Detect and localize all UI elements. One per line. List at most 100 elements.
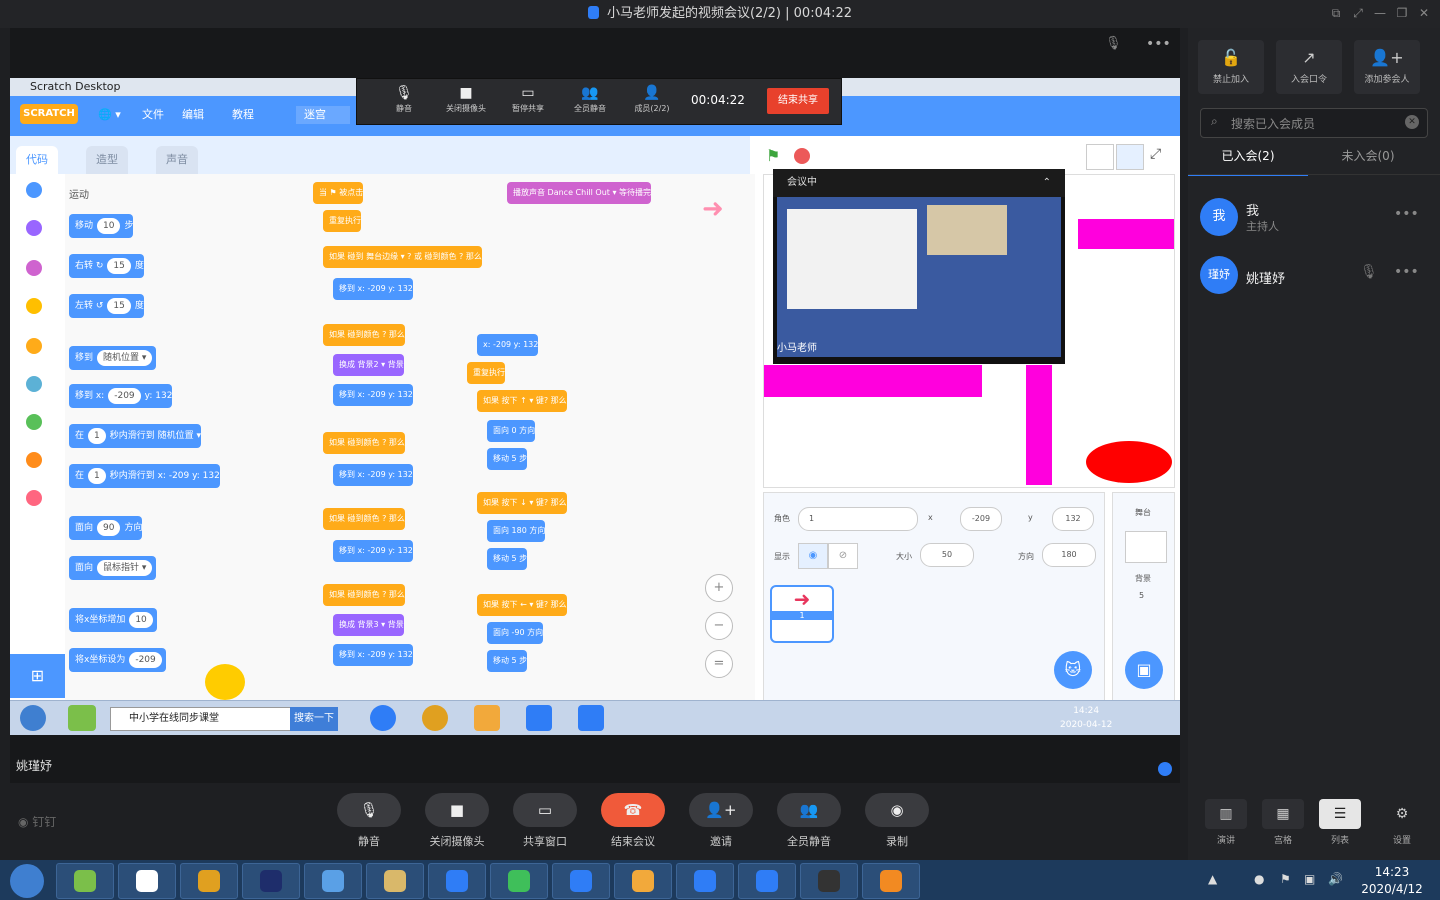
layout-speaker[interactable]: ▥ 演讲: [1201, 799, 1251, 846]
tray-arrow-icon[interactable]: ▲: [1208, 872, 1217, 886]
add-sprite-button[interactable]: 🐱: [1054, 651, 1092, 689]
network-icon[interactable]: ▣: [1304, 872, 1315, 886]
code-block[interactable]: 如果 碰到颜色 ? 那么: [323, 508, 405, 530]
taskbar-app-bluetooth-icon[interactable]: [552, 863, 610, 899]
y-input[interactable]: 132: [1052, 507, 1094, 531]
code-block[interactable]: 移到 x: -209 y: 132: [333, 464, 413, 486]
palette-block[interactable]: 移动 10 步: [69, 214, 134, 238]
category-motion[interactable]: [26, 182, 42, 198]
x-input[interactable]: -209: [960, 507, 1002, 531]
record-button[interactable]: ◉ 录制: [865, 793, 929, 849]
palette-block[interactable]: 移到 随机位置 ▾: [69, 346, 157, 370]
taskbar-app-baidu-cloud-icon[interactable]: [118, 863, 176, 899]
member-search[interactable]: ⌕ 搜索已入会成员 ✕: [1200, 108, 1428, 138]
block-input[interactable]: 鼠标指针 ▾: [97, 560, 153, 576]
code-block[interactable]: 面向 0 方向: [487, 420, 536, 442]
code-block[interactable]: x: -209 y: 132: [477, 334, 539, 356]
code-block[interactable]: 移动 5 步: [487, 548, 528, 570]
block-input[interactable]: 1: [88, 428, 106, 444]
category-events[interactable]: [26, 298, 42, 314]
category-sound[interactable]: [26, 260, 42, 276]
layout-list[interactable]: ☰ 列表: [1315, 799, 1365, 846]
meeting-code-button[interactable]: ↗ 入会口令: [1276, 40, 1342, 94]
block-input[interactable]: -209: [108, 388, 141, 404]
invite-button[interactable]: 👤+ 邀请: [689, 793, 753, 849]
palette-block[interactable]: 面向 鼠标指针 ▾: [69, 556, 157, 580]
stop-icon[interactable]: [794, 148, 810, 164]
zoom-in-icon[interactable]: +: [705, 574, 733, 602]
size-input[interactable]: 50: [920, 543, 974, 567]
more-icon[interactable]: •••: [1394, 206, 1419, 222]
block-input[interactable]: -209: [129, 652, 162, 668]
share-bar-camera[interactable]: ■ 关闭摄像头: [443, 85, 489, 119]
tab-code[interactable]: 代码: [16, 146, 58, 174]
code-block[interactable]: 换成 背景3 ▾ 背景: [333, 614, 404, 636]
volume-icon[interactable]: 🔊: [1328, 872, 1343, 886]
tab-costumes[interactable]: 造型: [86, 146, 128, 174]
mute-button[interactable]: 🎙 静音: [337, 793, 401, 849]
close-button[interactable]: ✕: [1416, 5, 1432, 21]
category-operators[interactable]: [26, 414, 42, 430]
code-block[interactable]: 如果 碰到颜色 ? 那么: [323, 324, 405, 346]
clear-icon[interactable]: ✕: [1405, 115, 1419, 129]
normal-stage-icon[interactable]: [1116, 144, 1144, 170]
taskbar-app-folder-icon[interactable]: [366, 863, 424, 899]
tab-joined[interactable]: 已入会(2): [1188, 146, 1308, 176]
menu-file[interactable]: 文件: [142, 106, 164, 124]
show-visible-icon[interactable]: ◉: [798, 543, 828, 569]
code-block[interactable]: 当 ⚑ 被点击: [313, 182, 364, 204]
taskbar-app-W-icon[interactable]: [428, 863, 486, 899]
more-icon[interactable]: •••: [1394, 264, 1419, 280]
code-block[interactable]: 如果 碰到颜色 ? 那么: [323, 584, 405, 606]
collapse-icon[interactable]: ⌃: [1043, 169, 1051, 197]
sprite-thumbnail[interactable]: ➜ 1: [770, 585, 834, 643]
mute-all-button[interactable]: 👥 全员静音: [777, 793, 841, 849]
flag-icon[interactable]: ⚑: [1280, 872, 1291, 886]
member-row[interactable]: 瑾妤 姚瑾妤 🎙 •••: [1188, 250, 1440, 300]
expand-icon[interactable]: ⤢: [1350, 5, 1366, 21]
category-sensing[interactable]: [26, 376, 42, 392]
add-backdrop-button[interactable]: ▣: [1125, 651, 1163, 689]
code-block[interactable]: 移到 x: -209 y: 132: [333, 540, 413, 562]
taskbar-app-circle-icon[interactable]: [800, 863, 858, 899]
share-bar-pause[interactable]: ▭ 暂停共享: [505, 85, 551, 119]
end-meeting-button[interactable]: ☎ 结束会议: [601, 793, 665, 849]
block-input[interactable]: 10: [129, 612, 153, 628]
sprite-name-input[interactable]: 1: [798, 507, 918, 531]
tab-not-joined[interactable]: 未入会(0): [1308, 146, 1428, 174]
show-hidden-icon[interactable]: ⊘: [828, 543, 858, 569]
fullscreen-icon[interactable]: ⤢: [1150, 146, 1161, 162]
code-block[interactable]: 如果 按下 ↑ ▾ 键? 那么: [477, 390, 567, 412]
wechat-tray-icon[interactable]: ●: [1254, 872, 1264, 886]
lock-meeting-button[interactable]: 🔓 禁止加入: [1198, 40, 1264, 94]
minimize-button[interactable]: —: [1372, 5, 1388, 21]
code-block[interactable]: 面向 -90 方向: [487, 622, 544, 644]
category-control[interactable]: [26, 338, 42, 354]
end-share-button[interactable]: 结束共享: [767, 88, 829, 114]
taskbar-app-swirl-icon[interactable]: [56, 863, 114, 899]
code-block[interactable]: 面向 180 方向: [487, 520, 546, 542]
category-my-blocks[interactable]: [26, 490, 42, 506]
code-block[interactable]: 如果 碰到 舞台边缘 ▾ ? 或 碰到颜色 ? 那么: [323, 246, 482, 268]
code-block[interactable]: 移到 x: -209 y: 132: [333, 278, 413, 300]
mic-icon[interactable]: 🎙: [1360, 264, 1378, 280]
palette-block[interactable]: 左转 ↺ 15 度: [69, 294, 144, 318]
add-participant-button[interactable]: 👤+ 添加参会人: [1354, 40, 1420, 94]
taskbar-app-video-icon[interactable]: [862, 863, 920, 899]
globe-icon[interactable]: 🌐 ▾: [98, 106, 121, 124]
palette-block[interactable]: 将x坐标设为 -209: [69, 648, 166, 672]
block-input[interactable]: 90: [97, 520, 121, 536]
block-input[interactable]: 15: [107, 298, 131, 314]
palette-block[interactable]: 移到 x: -209 y: 132: [69, 384, 173, 408]
palette-block[interactable]: 在 1 秒内滑行到 x: -209 y: 132: [69, 464, 220, 488]
project-title[interactable]: 迷宫: [296, 106, 350, 124]
backdrop-thumbnail[interactable]: [1125, 531, 1167, 563]
palette-block[interactable]: 将x坐标增加 10: [69, 608, 157, 632]
camera-button[interactable]: ■ 关闭摄像头: [425, 793, 489, 849]
tab-sounds[interactable]: 声音: [156, 146, 198, 174]
code-block[interactable]: 重复执行: [323, 210, 361, 232]
category-variables[interactable]: [26, 452, 42, 468]
settings-button[interactable]: ⚙ 设置: [1377, 799, 1427, 846]
code-block[interactable]: 移动 5 步: [487, 448, 528, 470]
block-input[interactable]: 随机位置 ▾: [97, 350, 153, 366]
